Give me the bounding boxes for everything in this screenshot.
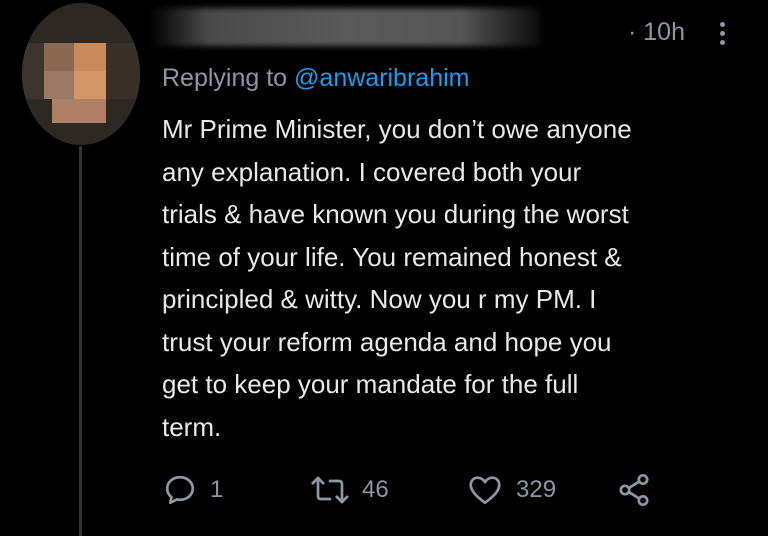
more-vertical-icon[interactable] xyxy=(718,22,728,50)
heart-icon xyxy=(469,476,501,505)
retweet-count: 46 xyxy=(362,476,389,503)
tweet-text-line: term. xyxy=(162,411,222,442)
tweet-text-line: Mr Prime Minister, you don’t owe anyone xyxy=(162,114,632,144)
replying-prefix: Replying to xyxy=(162,64,295,92)
timestamp[interactable]: · 10h xyxy=(628,18,685,47)
reply-button[interactable]: 1 xyxy=(162,470,223,510)
tweet-text-line: trials & have known you during the worst xyxy=(162,199,629,229)
retweet-button[interactable]: 46 xyxy=(310,470,389,510)
retweet-icon xyxy=(311,476,349,504)
tweet-text-line: trust your reform agenda and hope you xyxy=(162,326,612,357)
share-button[interactable] xyxy=(616,470,652,510)
tweet-text-line: any explanation. I covered both your xyxy=(162,156,582,187)
tweet-actions: 1 46 329 xyxy=(162,470,682,510)
replying-to: Replying to @anwaribrahim xyxy=(162,64,469,93)
like-button[interactable]: 329 xyxy=(466,470,556,510)
tweet-text: Mr Prime Minister, you don’t owe anyone … xyxy=(162,108,752,448)
tweet-text-line: principled & witty. Now you r my PM. I xyxy=(162,284,597,314)
tweet-text-line: time of your life. You remained honest & xyxy=(162,241,622,272)
thread-line xyxy=(79,146,82,536)
share-icon xyxy=(619,473,649,507)
tweet-text-line: get to keep your mandate for the full xyxy=(162,369,579,399)
replying-handle-link[interactable]: @anwaribrahim xyxy=(294,64,469,92)
like-count: 329 xyxy=(516,476,557,503)
reply-icon xyxy=(165,475,195,505)
reply-count: 1 xyxy=(210,476,224,503)
redacted-name xyxy=(150,8,540,46)
avatar[interactable] xyxy=(22,3,140,145)
